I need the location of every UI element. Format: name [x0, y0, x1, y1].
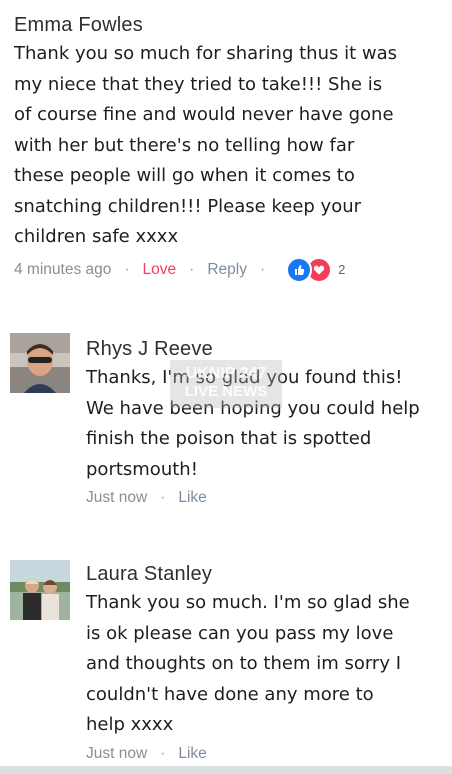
comment-meta: Just now · Like: [86, 489, 446, 507]
like-button[interactable]: Like: [178, 489, 206, 507]
like-button[interactable]: Like: [178, 745, 206, 763]
comment-timestamp[interactable]: 4 minutes ago: [14, 261, 111, 279]
comment-text: Thank you so much. I'm so glad she is ok…: [86, 592, 410, 735]
avatar[interactable]: [10, 560, 70, 620]
comment-author-name[interactable]: Laura Stanley: [86, 563, 446, 586]
comment-meta: Just now · Like: [86, 745, 446, 763]
comment-meta: 4 minutes ago · Love · Reply · 2: [14, 256, 444, 283]
avatar[interactable]: [10, 333, 70, 393]
separator-dot: ·: [259, 260, 266, 278]
bottom-divider: [0, 766, 452, 774]
avatar-photo: [10, 560, 70, 620]
watermark-line1: UKNIP 247: [185, 365, 267, 382]
separator-dot: ·: [160, 489, 166, 506]
comment-emma: Emma Fowles Thank you so much for sharin…: [14, 14, 444, 283]
watermark-line2: LIVE NEWS: [184, 383, 268, 400]
separator-dot: ·: [124, 260, 130, 278]
reply-button[interactable]: Reply: [207, 261, 247, 279]
avatar-photo: [10, 333, 70, 393]
comment-timestamp[interactable]: Just now: [86, 745, 147, 763]
love-reaction-button[interactable]: Love: [143, 261, 177, 279]
comment-text: Thank you so much for sharing thus it wa…: [14, 43, 397, 247]
separator-dot: ·: [189, 260, 195, 278]
watermark-logo: UKNIP 247 LIVE NEWS: [170, 360, 282, 408]
thumbs-up-icon: [286, 256, 313, 283]
comment-laura: Laura Stanley Thank you so much. I'm so …: [86, 563, 446, 763]
reaction-summary[interactable]: 2: [286, 256, 346, 283]
comment-author-name[interactable]: Rhys J Reeve: [86, 338, 446, 361]
reaction-count: 2: [338, 262, 346, 277]
separator-dot: ·: [160, 744, 166, 762]
comment-timestamp[interactable]: Just now: [86, 489, 147, 507]
comment-author-name[interactable]: Emma Fowles: [14, 14, 444, 37]
